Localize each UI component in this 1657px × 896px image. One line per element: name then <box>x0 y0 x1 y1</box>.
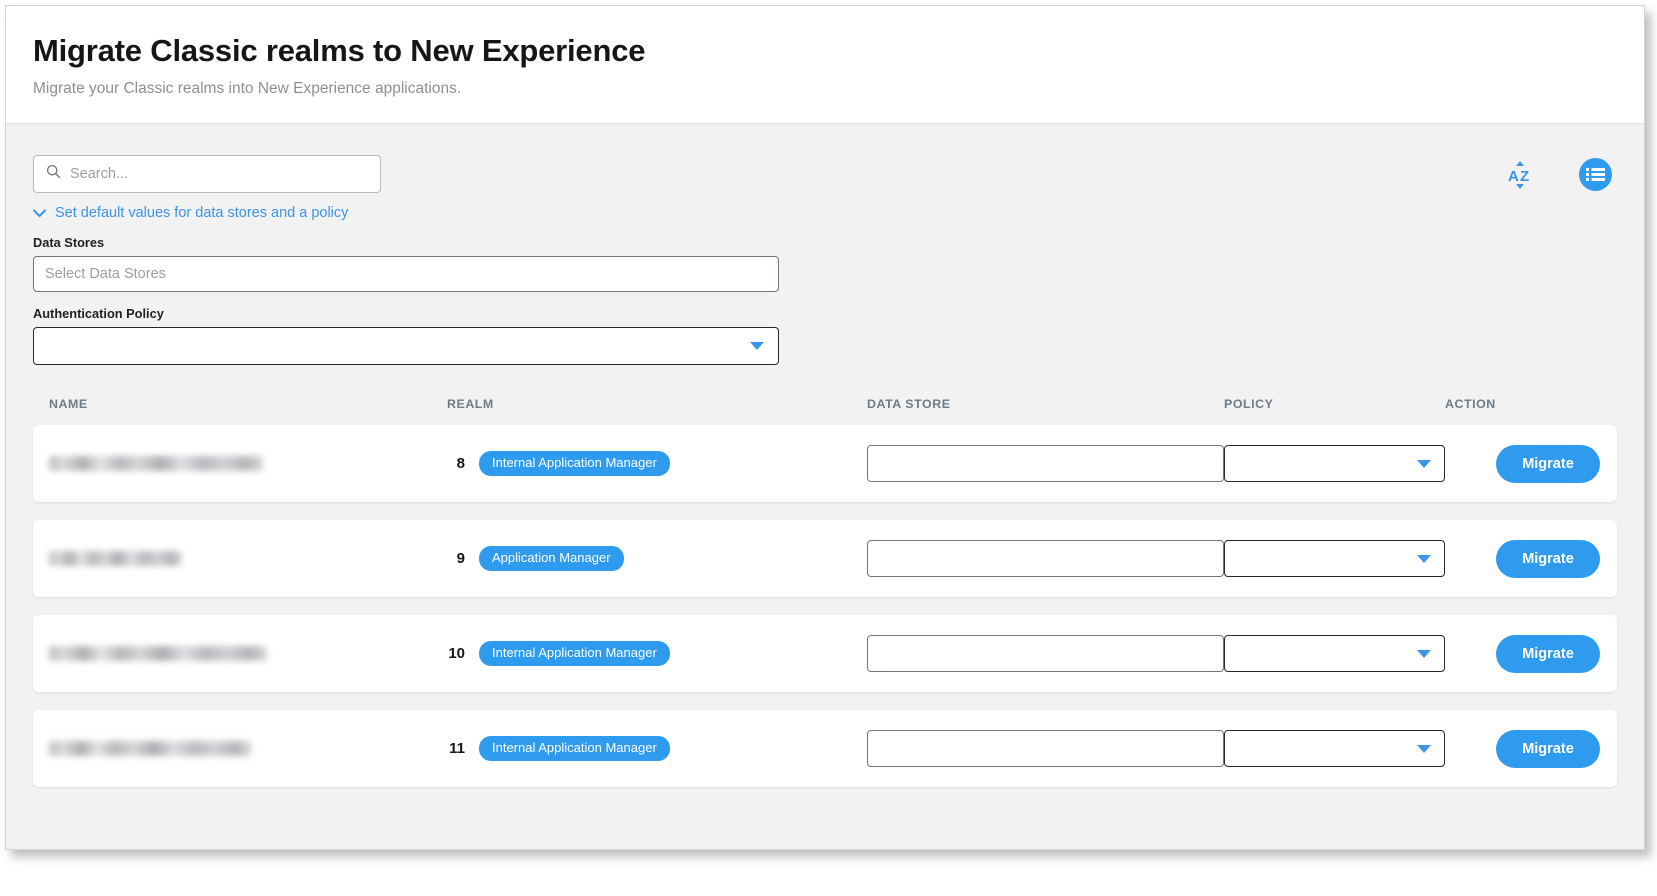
cell-name <box>33 456 447 471</box>
chevron-down-icon <box>33 209 46 218</box>
page-subtitle: Migrate your Classic realms into New Exp… <box>33 79 1644 99</box>
page-header: Migrate Classic realms to New Experience… <box>6 6 1644 124</box>
policy-select[interactable] <box>1224 540 1445 577</box>
cell-data-store <box>867 540 1224 577</box>
app-window: Migrate Classic realms to New Experience… <box>5 5 1645 850</box>
policy-select-wrap <box>1224 635 1445 672</box>
migrate-button[interactable]: Migrate <box>1496 540 1600 578</box>
column-header-name: NAME <box>33 397 447 411</box>
svg-text:A: A <box>1508 168 1519 185</box>
realm-number: 8 <box>447 455 465 472</box>
set-default-values-label: Set default values for data stores and a… <box>55 205 348 221</box>
policy-select-wrap <box>1224 540 1445 577</box>
policy-select[interactable] <box>1224 730 1445 767</box>
search-input[interactable] <box>70 156 350 192</box>
cell-realm: 11 Internal Application Manager <box>447 736 867 761</box>
cell-data-store <box>867 445 1224 482</box>
cell-name <box>33 646 447 661</box>
policy-select-wrap <box>1224 730 1445 767</box>
authentication-policy-select-wrap <box>33 327 779 365</box>
migrate-button[interactable]: Migrate <box>1496 635 1600 673</box>
realm-name-redacted <box>49 551 182 566</box>
data-store-input[interactable] <box>867 730 1224 767</box>
data-store-input[interactable] <box>867 445 1224 482</box>
realm-name-redacted <box>49 646 267 661</box>
list-view-icon[interactable] <box>1579 158 1612 191</box>
realm-name-redacted <box>49 456 263 471</box>
cell-name <box>33 551 447 566</box>
set-default-values-toggle[interactable]: Set default values for data stores and a… <box>33 205 348 221</box>
cell-policy <box>1224 445 1445 482</box>
table-header-row: NAME REALM DATA STORE POLICY ACTION <box>33 390 1617 418</box>
search-box[interactable] <box>33 155 381 193</box>
toolbar-actions: A Z <box>1507 155 1617 191</box>
data-stores-label: Data Stores <box>33 235 1617 250</box>
cell-data-store <box>867 730 1224 767</box>
policy-select[interactable] <box>1224 445 1445 482</box>
cell-action: Migrate <box>1445 635 1605 673</box>
realm-badge: Internal Application Manager <box>479 451 670 476</box>
cell-action: Migrate <box>1445 445 1605 483</box>
realm-badge: Internal Application Manager <box>479 736 670 761</box>
cell-action: Migrate <box>1445 730 1605 768</box>
realm-name-redacted <box>49 741 251 756</box>
svg-text:Z: Z <box>1520 168 1529 185</box>
cell-realm: 9 Application Manager <box>447 546 867 571</box>
search-icon <box>46 164 61 184</box>
authentication-policy-select[interactable] <box>33 327 779 365</box>
table-row: 9 Application Manager Migrate <box>33 520 1617 597</box>
data-store-input[interactable] <box>867 540 1224 577</box>
column-header-realm: REALM <box>447 397 867 411</box>
cell-realm: 8 Internal Application Manager <box>447 451 867 476</box>
migrate-button[interactable]: Migrate <box>1496 445 1600 483</box>
toolbar: A Z <box>33 124 1617 193</box>
authentication-policy-label: Authentication Policy <box>33 306 1617 321</box>
page-body: A Z <box>6 124 1644 849</box>
realm-number: 11 <box>447 740 465 757</box>
table-row: 11 Internal Application Manager Migrate <box>33 710 1617 787</box>
cell-action: Migrate <box>1445 540 1605 578</box>
cell-policy <box>1224 635 1445 672</box>
realm-number: 10 <box>447 645 465 662</box>
data-stores-input[interactable] <box>33 256 779 292</box>
realm-number: 9 <box>447 550 465 567</box>
policy-select[interactable] <box>1224 635 1445 672</box>
table-body: 8 Internal Application Manager Migrate 9 App… <box>33 425 1617 787</box>
policy-select-wrap <box>1224 445 1445 482</box>
cell-realm: 10 Internal Application Manager <box>447 641 867 666</box>
cell-name <box>33 741 447 756</box>
realm-badge: Application Manager <box>479 546 624 571</box>
cell-data-store <box>867 635 1224 672</box>
column-header-action: ACTION <box>1445 397 1605 411</box>
table-row: 8 Internal Application Manager Migrate <box>33 425 1617 502</box>
page-title: Migrate Classic realms to New Experience <box>33 32 1644 70</box>
column-header-policy: POLICY <box>1224 397 1445 411</box>
data-store-input[interactable] <box>867 635 1224 672</box>
table-row: 10 Internal Application Manager Migrate <box>33 615 1617 692</box>
migrate-button[interactable]: Migrate <box>1496 730 1600 768</box>
sort-alpha-az-icon[interactable]: A Z <box>1507 160 1533 190</box>
realm-badge: Internal Application Manager <box>479 641 670 666</box>
column-header-datastore: DATA STORE <box>867 397 1224 411</box>
cell-policy <box>1224 730 1445 767</box>
cell-policy <box>1224 540 1445 577</box>
